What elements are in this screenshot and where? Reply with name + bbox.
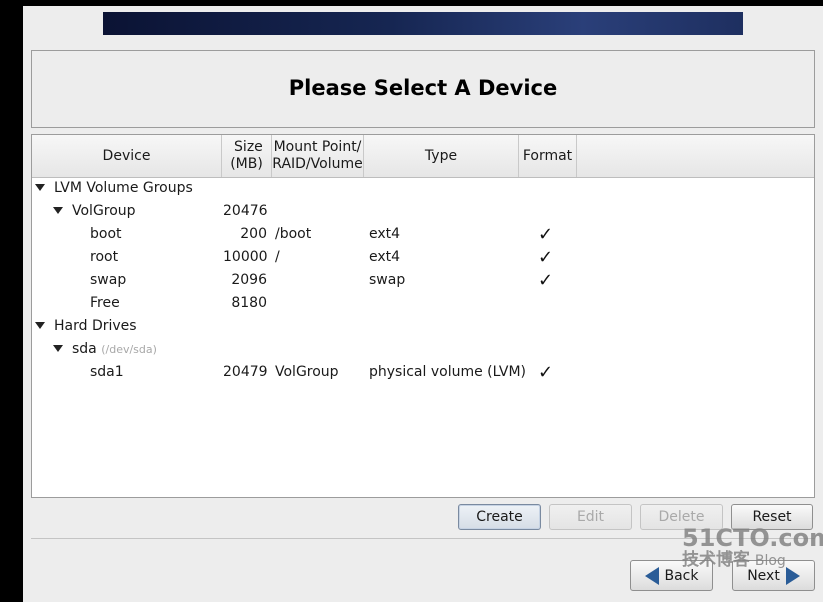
- title-frame: Please Select A Device: [31, 50, 815, 128]
- tree-header: Device Size (MB) Mount Point/RAID/Volume …: [32, 135, 814, 178]
- column-header-type[interactable]: Type: [364, 135, 519, 177]
- row-size: 8180: [231, 295, 267, 311]
- column-header-device[interactable]: Device: [32, 135, 222, 177]
- column-mount-label: Mount Point/RAID/Volume: [272, 139, 362, 173]
- format-check-icon: ✓: [538, 247, 554, 268]
- format-check-icon: ✓: [538, 224, 554, 245]
- watermark: 51CTO.com 技术博客 Blog: [682, 524, 823, 572]
- format-check-icon: ✓: [538, 270, 554, 291]
- row-label: Hard Drives: [54, 318, 137, 334]
- row-size: 20479: [223, 364, 268, 380]
- column-device-label: Device: [102, 147, 151, 164]
- size-label-line1: Size: [234, 139, 263, 155]
- row-size: 200: [240, 226, 267, 242]
- tree-row-partition[interactable]: sda1 20479 VolGroup physical volume (LVM…: [32, 361, 814, 384]
- tree-row-disk[interactable]: sda (/dev/sda): [32, 338, 814, 361]
- watermark-line2: 技术博客: [682, 550, 750, 570]
- row-label: swap: [90, 272, 127, 288]
- expander-arrow-icon[interactable]: [53, 345, 63, 352]
- row-mount: /boot: [275, 226, 312, 242]
- create-button[interactable]: Create: [458, 504, 541, 530]
- header-banner: [103, 12, 743, 35]
- page-title: Please Select A Device: [288, 76, 558, 100]
- row-label: VolGroup: [72, 203, 136, 219]
- row-type: ext4: [369, 249, 401, 265]
- tree-row-lv[interactable]: root 10000 / ext4 ✓: [32, 246, 814, 269]
- row-size: 10000: [223, 249, 268, 265]
- row-mount: VolGroup: [275, 364, 339, 380]
- mount-label-line1: Mount Point/: [273, 139, 362, 155]
- installer-window: Please Select A Device Device Size (MB) M…: [23, 6, 823, 602]
- column-size-label: Size (MB): [230, 139, 263, 173]
- column-header-size[interactable]: Size (MB): [222, 135, 272, 177]
- tree-row-lv[interactable]: boot 200 /boot ext4 ✓: [32, 223, 814, 246]
- expander-arrow-icon[interactable]: [35, 184, 45, 191]
- row-label: Free: [90, 295, 120, 311]
- row-label: sda (/dev/sda): [72, 338, 157, 361]
- row-label: boot: [90, 226, 122, 242]
- device-tree[interactable]: Device Size (MB) Mount Point/RAID/Volume …: [31, 134, 815, 498]
- row-type: swap: [369, 272, 406, 288]
- expander-arrow-icon[interactable]: [35, 322, 45, 329]
- row-type: ext4: [369, 226, 401, 242]
- expander-arrow-icon[interactable]: [53, 207, 63, 214]
- disk-name: sda: [72, 341, 97, 357]
- format-check-icon: ✓: [538, 362, 554, 383]
- row-size: 2096: [231, 272, 267, 288]
- row-size: 20476: [223, 203, 268, 219]
- column-header-mount[interactable]: Mount Point/RAID/Volume: [272, 135, 364, 177]
- row-label: root: [90, 249, 119, 265]
- edit-button[interactable]: Edit: [549, 504, 632, 530]
- column-header-format[interactable]: Format: [519, 135, 577, 177]
- tree-row-lv[interactable]: swap 2096 swap ✓: [32, 269, 814, 292]
- tree-row-free[interactable]: Free 8180: [32, 292, 814, 315]
- watermark-line1: 51CTO.com: [682, 524, 823, 552]
- tree-row-lvm-groups[interactable]: LVM Volume Groups: [32, 177, 814, 200]
- row-mount: /: [275, 249, 280, 265]
- tree-row-volgroup[interactable]: VolGroup 20476: [32, 200, 814, 223]
- mount-label-line2: RAID/Volume: [272, 156, 363, 172]
- tree-row-hard-drives[interactable]: Hard Drives: [32, 315, 814, 338]
- watermark-line3: Blog: [754, 553, 786, 569]
- size-label-line2: (MB): [230, 156, 263, 172]
- row-type: physical volume (LVM): [369, 364, 527, 380]
- row-label: LVM Volume Groups: [54, 180, 193, 196]
- column-type-label: Type: [424, 147, 458, 164]
- row-label: sda1: [90, 364, 124, 380]
- disk-path: (/dev/sda): [101, 343, 157, 356]
- column-format-label: Format: [522, 147, 573, 164]
- back-arrow-icon: [644, 566, 659, 585]
